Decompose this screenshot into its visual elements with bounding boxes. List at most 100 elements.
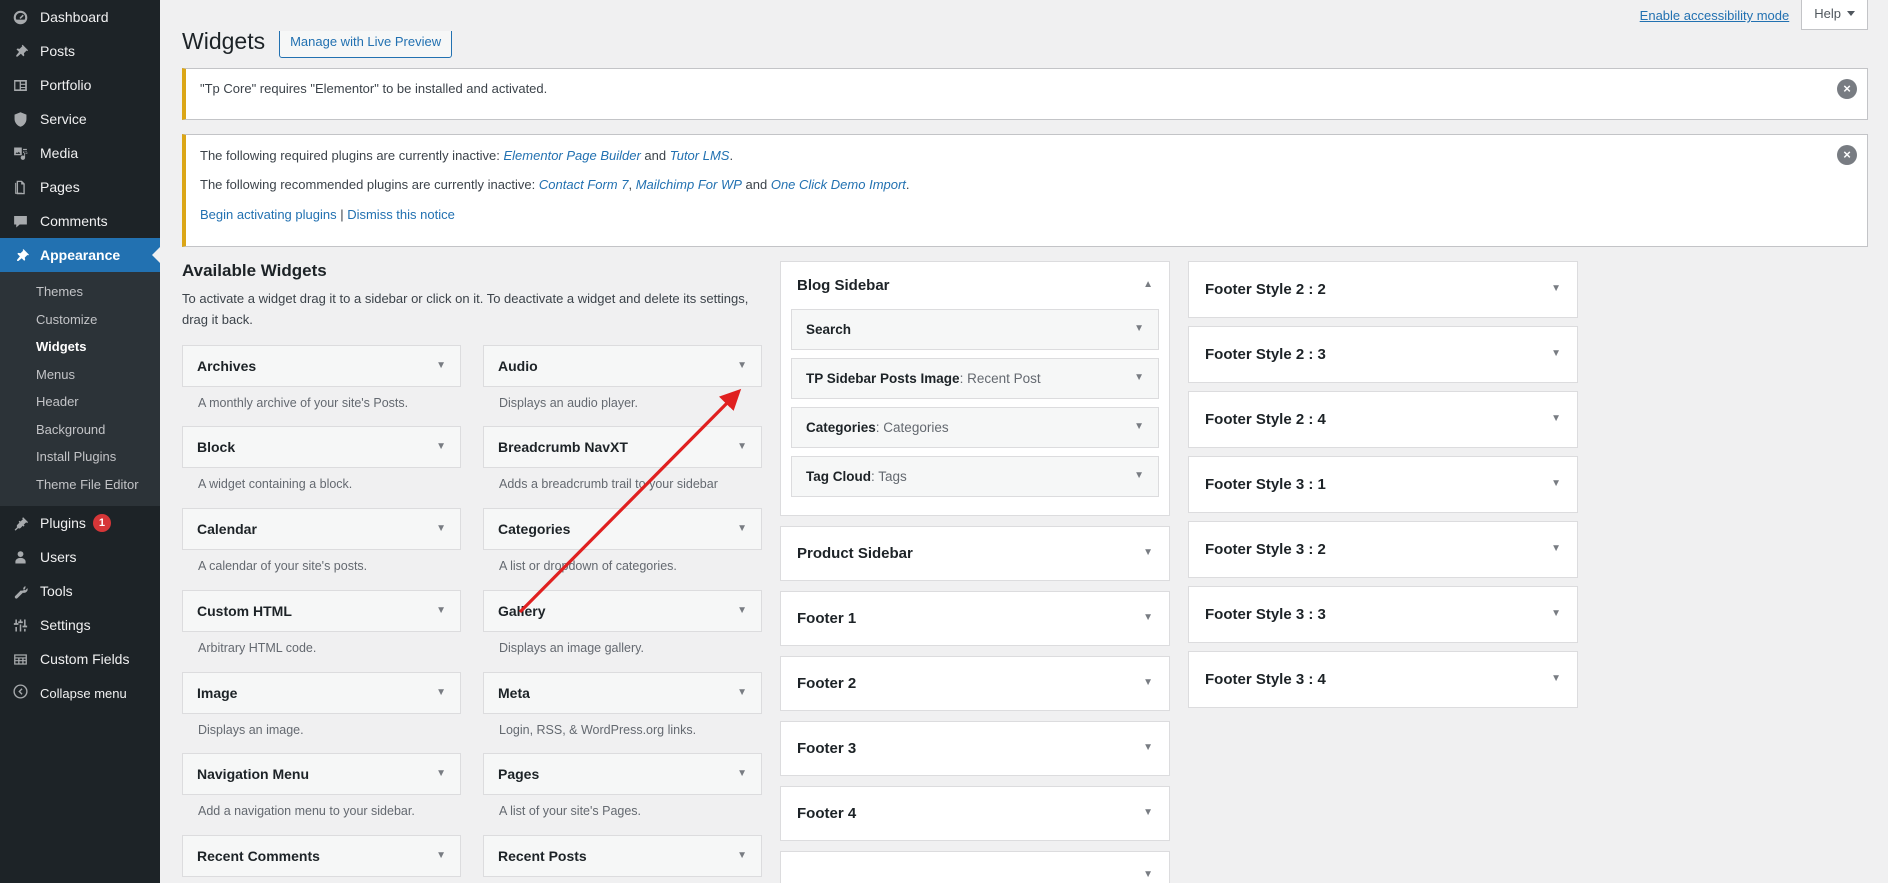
assigned-widget[interactable]: TP Sidebar Posts Image: Recent Post ▼ xyxy=(791,358,1159,399)
chevron-down-icon[interactable]: ▼ xyxy=(737,688,747,698)
chevron-down-icon[interactable]: ▼ xyxy=(436,442,446,452)
widget-area-header[interactable]: Footer 2 ▼ xyxy=(781,657,1169,710)
widget-area-header[interactable]: Footer 3 ▼ xyxy=(781,722,1169,775)
widget-card[interactable]: Block ▼ A widget containing a block. xyxy=(182,426,461,504)
widget-area-footer-style[interactable]: Footer Style 2 : 2 ▼ xyxy=(1188,261,1578,318)
sidebar-item-posts[interactable]: Posts xyxy=(0,34,160,68)
chevron-down-icon[interactable]: ▼ xyxy=(436,524,446,534)
widget-area-header[interactable]: Footer Style 2 : 4 ▼ xyxy=(1189,392,1577,447)
help-tab-button[interactable]: Help xyxy=(1801,0,1868,30)
collapse-menu-button[interactable]: Collapse menu xyxy=(0,676,160,710)
widget-header[interactable]: Custom HTML ▼ xyxy=(182,590,461,632)
widget-header[interactable]: Pages ▼ xyxy=(483,753,762,795)
enable-accessibility-mode-link[interactable]: Enable accessibility mode xyxy=(1640,8,1790,23)
dismiss-this-notice-link[interactable]: Dismiss this notice xyxy=(347,207,455,222)
widget-card[interactable]: Navigation Menu ▼ Add a navigation menu … xyxy=(182,753,461,831)
widget-card[interactable]: Image ▼ Displays an image. xyxy=(182,672,461,750)
widget-area-header[interactable]: Footer 4 ▼ xyxy=(781,787,1169,840)
submenu-item-themes[interactable]: Themes xyxy=(0,278,160,306)
widget-area-footer-2[interactable]: Footer 2 ▼ xyxy=(780,656,1170,711)
widget-area-footer-style[interactable]: Footer Style 2 : 3 ▼ xyxy=(1188,326,1578,383)
submenu-item-theme-file-editor[interactable]: Theme File Editor xyxy=(0,471,160,499)
widget-area-footer-style[interactable]: Footer Style 3 : 4 ▼ xyxy=(1188,651,1578,708)
chevron-down-icon[interactable]: ▼ xyxy=(1551,349,1561,359)
widget-area-footer-1[interactable]: Footer 1 ▼ xyxy=(780,591,1170,646)
submenu-item-widgets[interactable]: Widgets xyxy=(0,333,160,361)
plugin-link-mailchimp-for-wp[interactable]: Mailchimp For WP xyxy=(636,177,742,192)
widget-area-header[interactable]: Footer Style 3 : 3 ▼ xyxy=(1189,587,1577,642)
widget-card[interactable]: Custom HTML ▼ Arbitrary HTML code. xyxy=(182,590,461,668)
assigned-widget[interactable]: Tag Cloud: Tags ▼ xyxy=(791,456,1159,497)
widget-area-footer-4[interactable]: Footer 4 ▼ xyxy=(780,786,1170,841)
widget-area-header[interactable]: Blog Sidebar ▲ xyxy=(781,262,1169,309)
sidebar-item-plugins[interactable]: Plugins 1 xyxy=(0,506,160,540)
chevron-down-icon[interactable]: ▼ xyxy=(1551,414,1561,424)
widget-area-header[interactable]: Footer Style 3 : 4 ▼ xyxy=(1189,652,1577,707)
plugin-link-tutor-lms[interactable]: Tutor LMS xyxy=(670,148,730,163)
widget-header[interactable]: Meta ▼ xyxy=(483,672,762,714)
widget-area-header[interactable]: Footer Style 2 : 3 ▼ xyxy=(1189,327,1577,382)
sidebar-item-dashboard[interactable]: Dashboard xyxy=(0,0,160,34)
widget-header[interactable]: Recent Comments ▼ xyxy=(182,835,461,877)
submenu-item-customize[interactable]: Customize xyxy=(0,306,160,334)
widget-header[interactable]: Block ▼ xyxy=(182,426,461,468)
widget-area-footer-style[interactable]: Footer Style 3 : 3 ▼ xyxy=(1188,586,1578,643)
widget-header[interactable]: Breadcrumb NavXT ▼ xyxy=(483,426,762,468)
widget-header[interactable]: Recent Posts ▼ xyxy=(483,835,762,877)
widget-area-footer-3[interactable]: Footer 3 ▼ xyxy=(780,721,1170,776)
chevron-down-icon[interactable]: ▼ xyxy=(1143,870,1153,880)
chevron-down-icon[interactable]: ▼ xyxy=(737,851,747,861)
widget-header[interactable]: Gallery ▼ xyxy=(483,590,762,632)
sidebar-item-pages[interactable]: Pages xyxy=(0,170,160,204)
widget-header[interactable]: Image ▼ xyxy=(182,672,461,714)
widget-area-footer-style[interactable]: Footer Style 3 : 2 ▼ xyxy=(1188,521,1578,578)
widget-card[interactable]: Recent Comments ▼ xyxy=(182,835,461,877)
widget-card[interactable]: Pages ▼ A list of your site's Pages. xyxy=(483,753,762,831)
sidebar-item-users[interactable]: Users xyxy=(0,540,160,574)
sidebar-item-comments[interactable]: Comments xyxy=(0,204,160,238)
chevron-down-icon[interactable]: ▼ xyxy=(1551,609,1561,619)
plugin-link-elementor-page-builder[interactable]: Elementor Page Builder xyxy=(504,148,641,163)
begin-activating-plugins-link[interactable]: Begin activating plugins xyxy=(200,207,337,222)
chevron-down-icon[interactable]: ▼ xyxy=(436,851,446,861)
widget-area-next[interactable]: ▼ xyxy=(780,851,1170,883)
widget-area-header[interactable]: ▼ xyxy=(781,852,1169,883)
chevron-down-icon[interactable]: ▼ xyxy=(1134,324,1144,334)
widget-area-footer-style[interactable]: Footer Style 3 : 1 ▼ xyxy=(1188,456,1578,513)
close-icon[interactable]: × xyxy=(1837,79,1857,99)
widget-area-product-sidebar[interactable]: Product Sidebar ▼ xyxy=(780,526,1170,581)
widget-header[interactable]: Calendar ▼ xyxy=(182,508,461,550)
widget-area-header[interactable]: Footer 1 ▼ xyxy=(781,592,1169,645)
appearance-submenu[interactable]: Themes Customize Widgets Menus Header Ba… xyxy=(0,272,160,506)
close-icon[interactable]: × xyxy=(1837,145,1857,165)
chevron-down-icon[interactable]: ▼ xyxy=(436,769,446,779)
sidebar-item-media[interactable]: Media xyxy=(0,136,160,170)
widget-area-footer-style[interactable]: Footer Style 2 : 4 ▼ xyxy=(1188,391,1578,448)
chevron-down-icon[interactable]: ▼ xyxy=(737,442,747,452)
chevron-down-icon[interactable]: ▼ xyxy=(1143,613,1153,623)
widget-header[interactable]: Archives ▼ xyxy=(182,345,461,387)
widget-card[interactable]: Gallery ▼ Displays an image gallery. xyxy=(483,590,762,668)
widget-card[interactable]: Categories ▼ A list or dropdown of categ… xyxy=(483,508,762,586)
manage-with-live-preview-button[interactable]: Manage with Live Preview xyxy=(279,27,452,58)
sidebar-item-tools[interactable]: Tools xyxy=(0,574,160,608)
admin-sidebar[interactable]: Dashboard Posts Portfolio Service Media xyxy=(0,0,160,883)
chevron-down-icon[interactable]: ▼ xyxy=(737,769,747,779)
widget-card[interactable]: Audio ▼ Displays an audio player. xyxy=(483,345,762,423)
widget-area-header[interactable]: Footer Style 3 : 2 ▼ xyxy=(1189,522,1577,577)
plugin-link-contact-form-7[interactable]: Contact Form 7 xyxy=(539,177,629,192)
chevron-down-icon[interactable]: ▼ xyxy=(737,606,747,616)
widget-header[interactable]: Navigation Menu ▼ xyxy=(182,753,461,795)
widget-area-header[interactable]: Footer Style 3 : 1 ▼ xyxy=(1189,457,1577,512)
widget-area-header[interactable]: Product Sidebar ▼ xyxy=(781,527,1169,580)
widget-card[interactable]: Meta ▼ Login, RSS, & WordPress.org links… xyxy=(483,672,762,750)
submenu-item-install-plugins[interactable]: Install Plugins xyxy=(0,443,160,471)
chevron-down-icon[interactable]: ▼ xyxy=(737,361,747,371)
widget-card[interactable]: Archives ▼ A monthly archive of your sit… xyxy=(182,345,461,423)
submenu-item-menus[interactable]: Menus xyxy=(0,361,160,389)
sidebar-item-settings[interactable]: Settings xyxy=(0,608,160,642)
widget-header[interactable]: Categories ▼ xyxy=(483,508,762,550)
sidebar-item-portfolio[interactable]: Portfolio xyxy=(0,68,160,102)
widget-card[interactable]: Calendar ▼ A calendar of your site's pos… xyxy=(182,508,461,586)
chevron-down-icon[interactable]: ▼ xyxy=(436,361,446,371)
